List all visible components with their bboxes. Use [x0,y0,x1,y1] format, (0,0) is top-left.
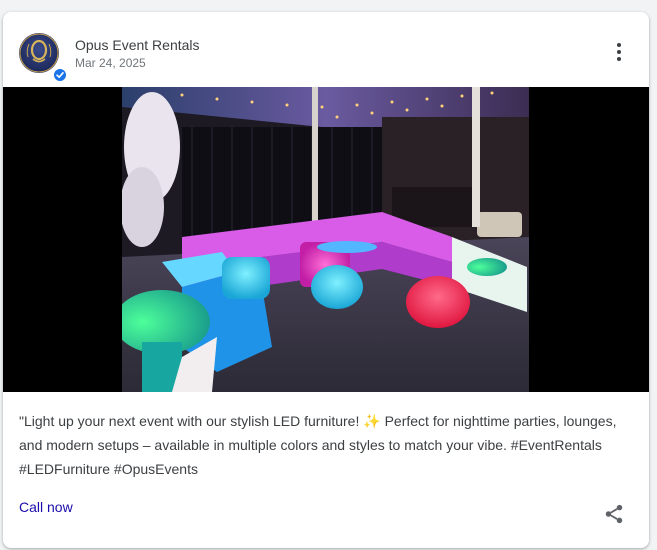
post-body: "Light up your next event with our styli… [19,413,617,477]
author-name[interactable]: Opus Event Rentals [75,37,200,53]
post-date: Mar 24, 2025 [75,56,146,70]
led-furniture-photo [122,87,529,392]
post-media[interactable] [3,87,649,392]
verified-check-icon [52,67,68,83]
call-now-button[interactable]: Call now [19,499,73,515]
more-options-button[interactable] [607,38,631,66]
more-vert-icon [617,43,621,47]
share-icon [605,504,623,524]
avatar[interactable] [19,33,68,83]
post-header: Opus Event Rentals Mar 24, 2025 [3,12,649,87]
post-card: Opus Event Rentals Mar 24, 2025 "Light u… [3,12,649,548]
opus-logo-icon [19,33,59,73]
share-button[interactable] [603,503,625,525]
